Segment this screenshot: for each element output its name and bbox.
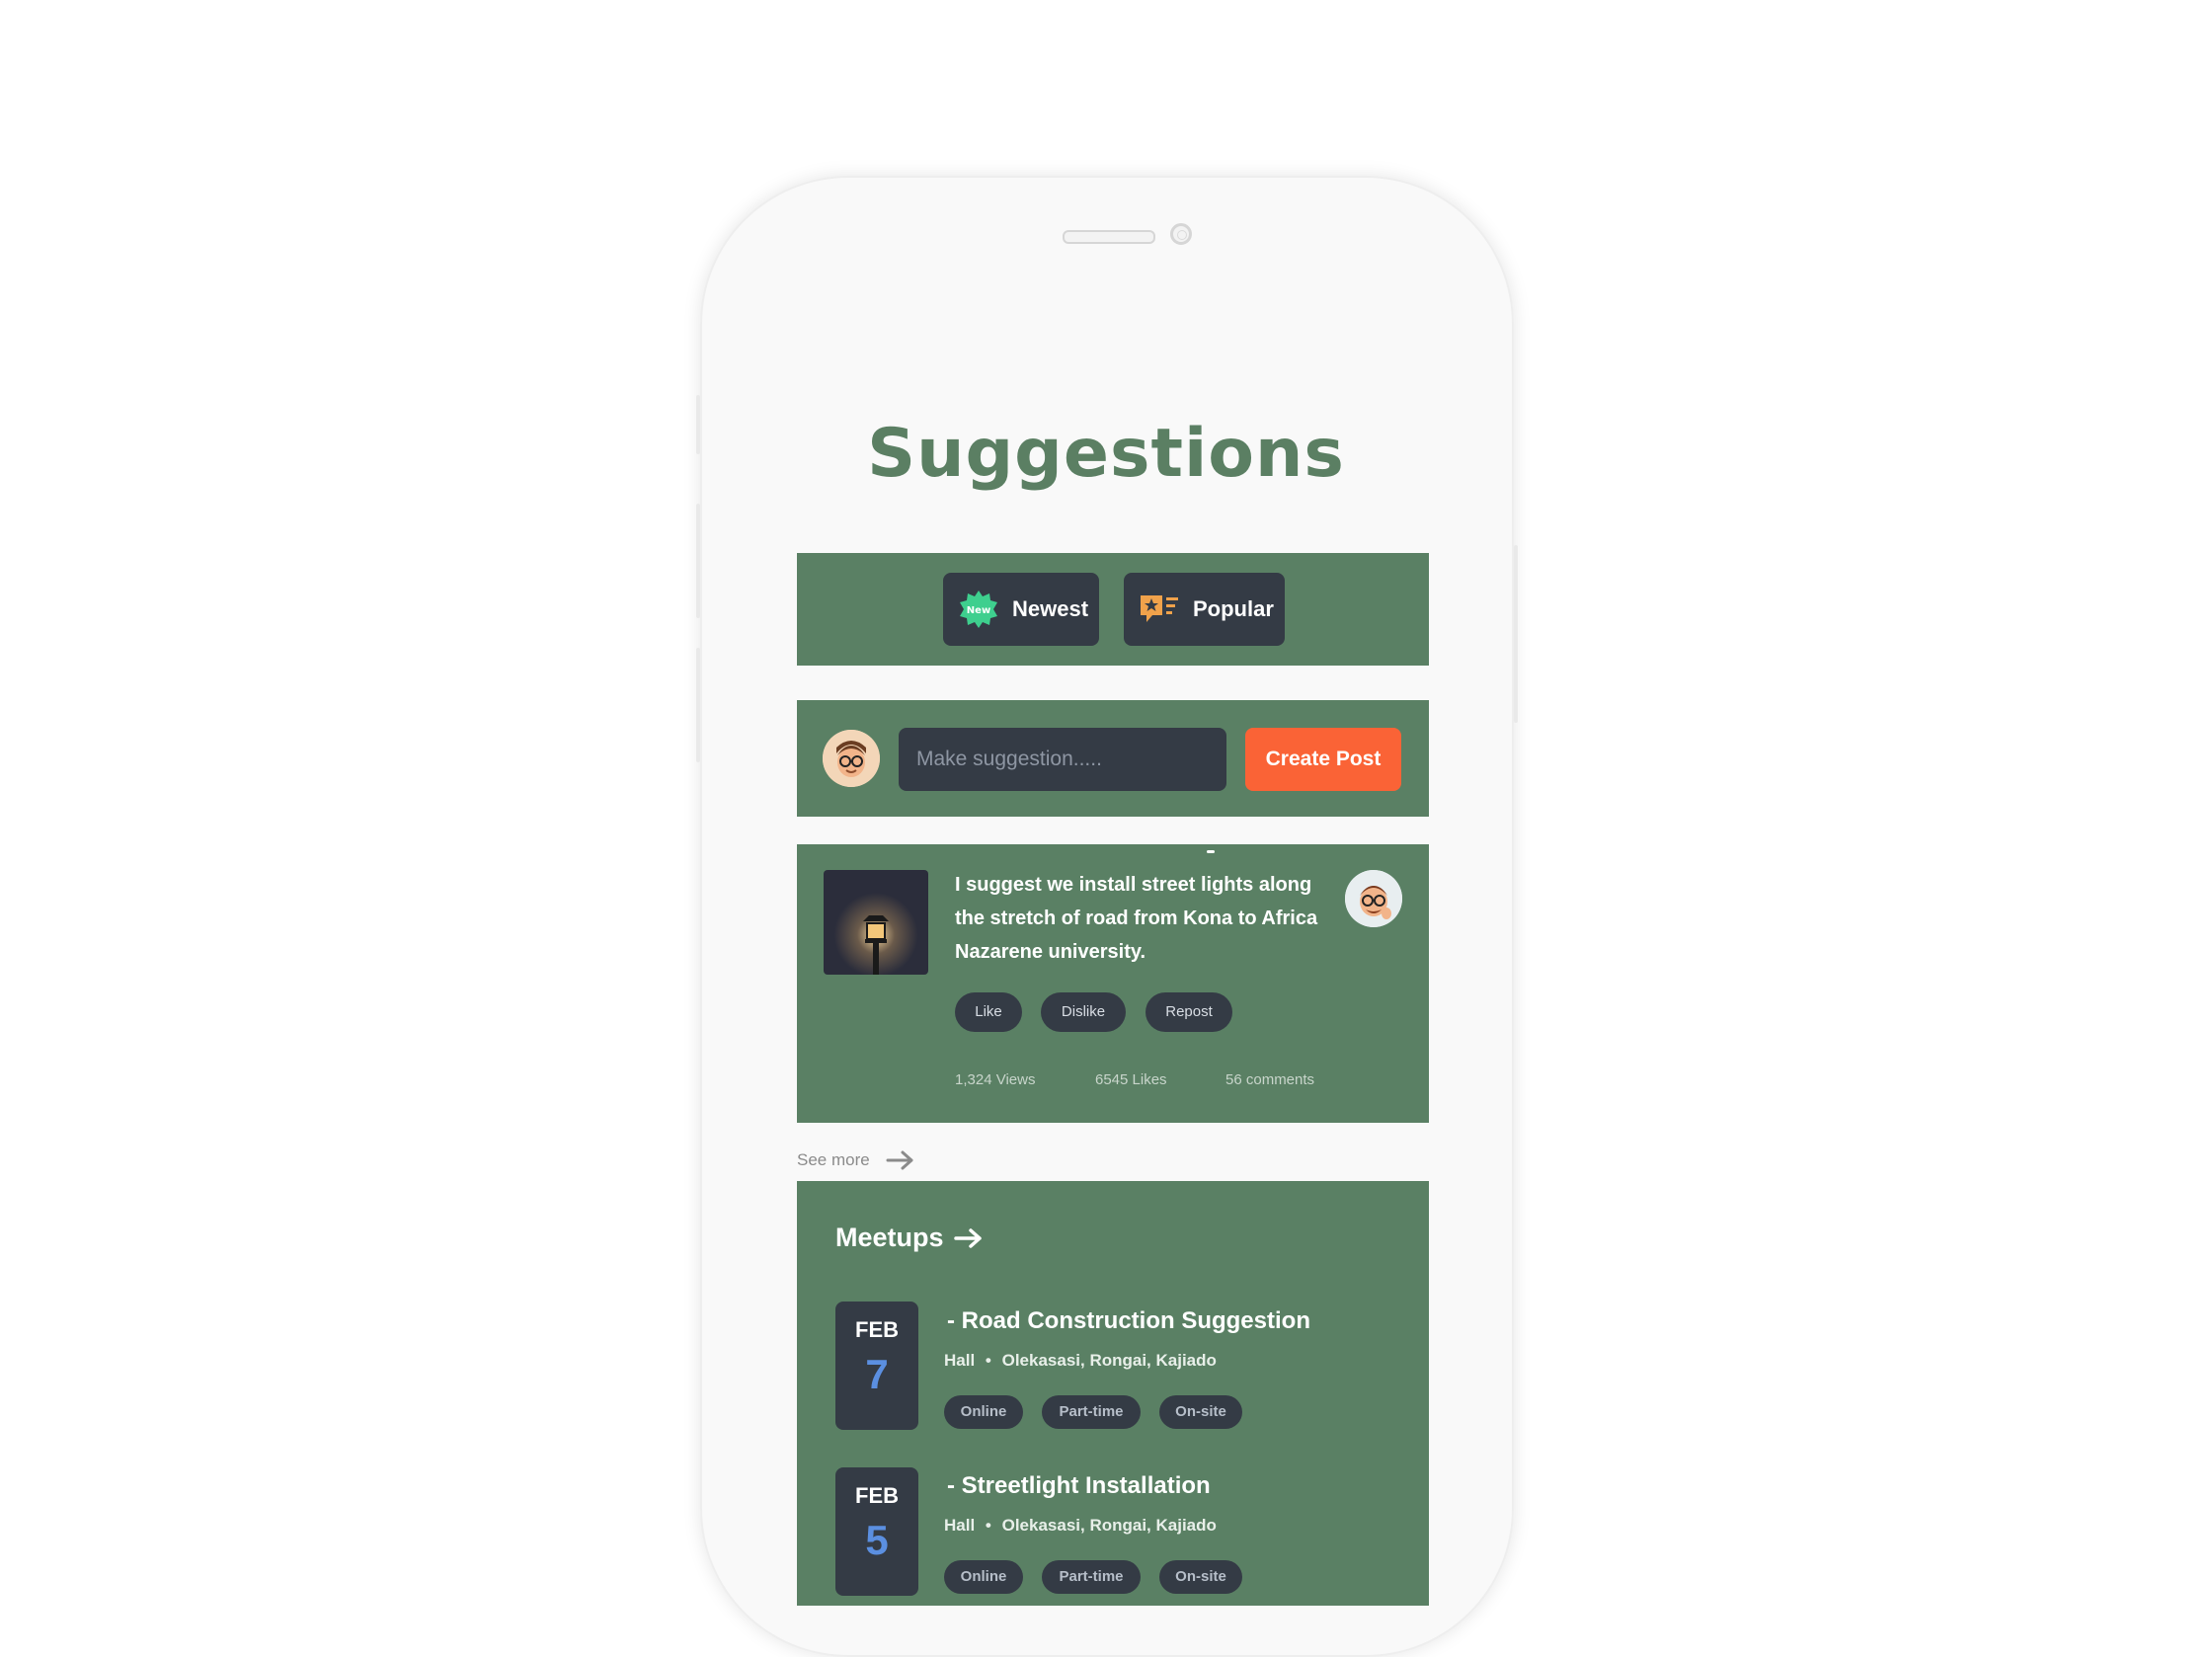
- event-date-badge: FEB 7: [835, 1302, 918, 1430]
- repost-button[interactable]: Repost: [1146, 992, 1232, 1032]
- arrow-right-icon: [886, 1149, 915, 1171]
- event-location: Hall • Olekasasi, Rongai, Kajiado: [944, 1351, 1217, 1371]
- tag-online: Online: [944, 1395, 1023, 1429]
- star-list-icon: [1138, 588, 1181, 631]
- filter-newest-button[interactable]: New Newest: [943, 573, 1099, 646]
- svg-text:New: New: [967, 605, 990, 616]
- post-text: I suggest we install street lights along…: [955, 874, 1318, 963]
- event-month: FEB: [855, 1317, 899, 1342]
- tag-online: Online: [944, 1560, 1023, 1594]
- create-post-button[interactable]: Create Post: [1245, 728, 1401, 791]
- filter-newest-label: Newest: [1012, 596, 1089, 621]
- event-month: FEB: [855, 1483, 899, 1508]
- event-place: Olekasasi, Rongai, Kajiado: [1001, 1516, 1217, 1535]
- event-location: Hall • Olekasasi, Rongai, Kajiado: [944, 1516, 1217, 1536]
- event-venue: Hall: [944, 1516, 976, 1535]
- meetups-section: Meetups FEB 7 - Road Construction Sugges…: [797, 1181, 1429, 1606]
- event-venue: Hall: [944, 1351, 976, 1370]
- see-more-label: See more: [797, 1150, 870, 1169]
- new-badge-icon: New: [957, 588, 1000, 631]
- phone-power-button: [1514, 545, 1518, 723]
- tag-part-time: Part-time: [1042, 1395, 1141, 1429]
- tag-part-time: Part-time: [1042, 1560, 1141, 1594]
- likes-count: 6545 Likes: [1095, 1071, 1167, 1088]
- phone-speaker: [1063, 230, 1155, 244]
- event-title[interactable]: - Streetlight Installation: [947, 1472, 1211, 1500]
- suggestion-post-card: I suggest we install street lights along…: [797, 844, 1429, 1123]
- street-lamp-image: [824, 870, 928, 975]
- author-avatar[interactable]: [1345, 870, 1402, 927]
- user-avatar[interactable]: [823, 730, 880, 787]
- event-title[interactable]: - Road Construction Suggestion: [947, 1307, 1310, 1335]
- event-day: 7: [865, 1351, 889, 1397]
- comments-count[interactable]: 56 comments: [1225, 1071, 1314, 1088]
- phone-volume-up-button: [696, 504, 700, 618]
- arrow-right-icon: [953, 1226, 984, 1250]
- tag-on-site: On-site: [1159, 1395, 1242, 1429]
- tag-on-site: On-site: [1159, 1560, 1242, 1594]
- views-count: 1,324 Views: [955, 1071, 1036, 1088]
- meetups-title: Meetups: [835, 1223, 944, 1252]
- suggestion-input[interactable]: Make suggestion.....: [899, 728, 1226, 791]
- filter-popular-label: Popular: [1193, 596, 1274, 621]
- filter-popular-button[interactable]: Popular: [1124, 573, 1285, 646]
- meetups-header-link[interactable]: Meetups: [835, 1223, 984, 1253]
- event-date-badge: FEB 5: [835, 1467, 918, 1596]
- suggestion-composer: Make suggestion..... Create Post: [797, 700, 1429, 817]
- dislike-button[interactable]: Dislike: [1041, 992, 1126, 1032]
- phone-volume-down-button: [696, 648, 700, 762]
- divider-mark: [1207, 850, 1215, 853]
- filter-bar: New Newest Popular: [797, 553, 1429, 666]
- bullet-separator: •: [985, 1516, 991, 1535]
- see-more-link[interactable]: See more: [797, 1149, 915, 1171]
- bullet-separator: •: [985, 1351, 991, 1370]
- page-title: Suggestions: [867, 415, 1345, 493]
- phone-camera: [1170, 223, 1192, 245]
- event-place: Olekasasi, Rongai, Kajiado: [1001, 1351, 1217, 1370]
- event-day: 5: [865, 1517, 889, 1563]
- like-button[interactable]: Like: [955, 992, 1022, 1032]
